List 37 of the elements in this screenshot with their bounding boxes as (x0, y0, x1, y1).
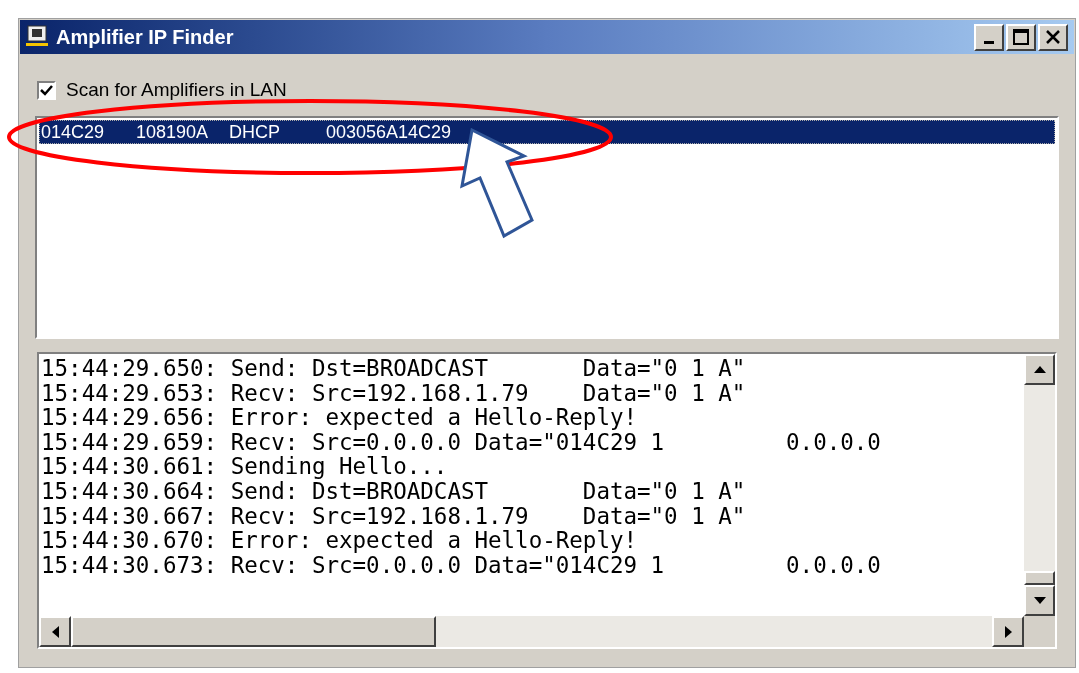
down-arrow-icon (1033, 597, 1046, 604)
maximize-icon (1013, 29, 1029, 45)
scroll-up-button[interactable] (1024, 354, 1055, 385)
scroll-left-button[interactable] (39, 616, 71, 647)
list-cell-text: 014C29 (41, 120, 106, 144)
log-line: 15:44:30.673: Recv: Src=0.0.0.0 Data="014C29 1 0.0.0.0 (41, 552, 881, 578)
minimize-icon (984, 40, 994, 44)
log-line: 15:44:30.667: Recv: Src=192.168.1.79 Data="0 1 A" (41, 503, 746, 529)
scroll-right-button[interactable] (992, 616, 1024, 647)
scroll-down-button[interactable] (1024, 585, 1055, 616)
scrollbar-corner (1024, 616, 1055, 647)
maximize-button[interactable] (1006, 23, 1036, 51)
close-button[interactable] (1038, 23, 1068, 51)
list-cell-text: 108190A (136, 120, 210, 144)
log-line: 15:44:30.661: Sending Hello... (41, 454, 448, 479)
scroll-thumb[interactable] (1024, 571, 1055, 585)
log-line: 15:44:30.670: Error: expected a Hello-Reply! (41, 528, 638, 553)
left-arrow-icon (51, 625, 59, 638)
list-cell-text: 003056A14C29 (326, 120, 453, 144)
log-line: 15:44:29.653: Recv: Src=192.168.1.79 Data="0 1 A" (41, 380, 746, 406)
scroll-thumb[interactable] (71, 616, 436, 647)
close-icon (1045, 29, 1061, 45)
log-line: 15:44:30.664: Send: Dst=BROADCAST Data="0 1 A" (41, 478, 746, 504)
checkmark-icon (40, 83, 53, 97)
log-line: 15:44:29.650: Send: Dst=BROADCAST Data="0 1 A" (41, 356, 746, 381)
log-line: 15:44:29.659: Recv: Src=0.0.0.0 Data="014C29 1 0.0.0.0 (41, 429, 881, 455)
window-title: Amplifier IP Finder (56, 25, 234, 50)
list-row[interactable]: 014C29 108190A DHCP 003056A14C29 (39, 120, 1055, 144)
list-cell-text: DHCP (229, 120, 281, 144)
minimize-button[interactable] (974, 23, 1004, 51)
scan-checkbox[interactable] (37, 80, 56, 100)
up-arrow-icon (1033, 366, 1046, 373)
checkbox-label: Scan for Amplifiers in LAN (66, 77, 287, 102)
horizontal-scrollbar[interactable] (39, 616, 1024, 647)
log-line: 15:44:29.656: Error: expected a Hello-Reply! (41, 405, 638, 430)
vertical-scrollbar[interactable] (1024, 354, 1055, 616)
right-arrow-icon (1004, 625, 1012, 638)
